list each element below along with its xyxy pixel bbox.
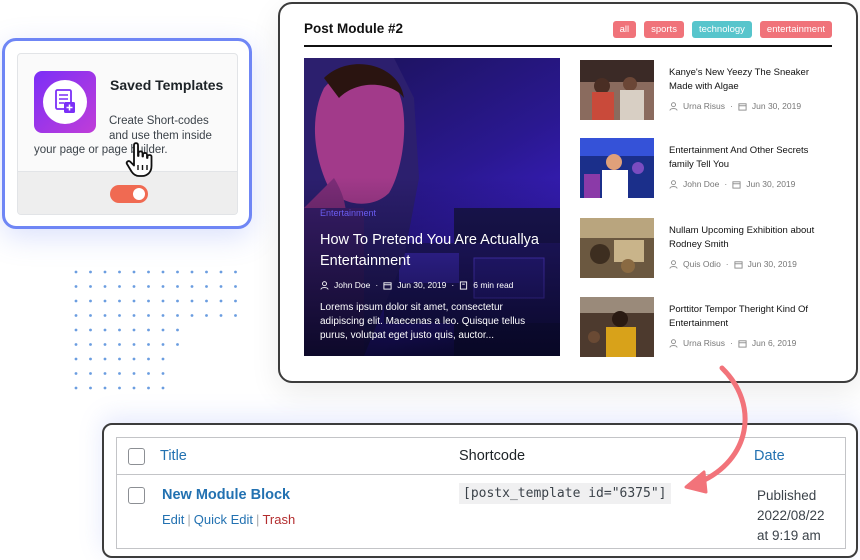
trash-link[interactable]: Trash: [262, 512, 295, 527]
post-author[interactable]: Quis Odio: [683, 259, 721, 269]
featured-meta: John Doe · Jun 30, 2019 · 6 min read: [320, 280, 513, 290]
templates-list-panel: Title Shortcode Date New Module Block Ed…: [102, 423, 858, 558]
dot-grid-decoration: [74, 270, 237, 390]
list-item[interactable]: Porttitor Tempor Theright Kind Of Entert…: [580, 297, 840, 359]
featured-read-time: 6 min read: [473, 280, 514, 290]
featured-headline[interactable]: How To Pretend You Are Actuallya Enterta…: [320, 230, 545, 272]
filter-tab-all[interactable]: all: [612, 21, 637, 38]
list-item[interactable]: Kanye's New Yeezy The Sneaker Made with …: [580, 60, 840, 122]
featured-category[interactable]: Entertainment: [320, 208, 376, 218]
featured-post[interactable]: Entertainment How To Pretend You Are Act…: [304, 58, 560, 356]
featured-excerpt: Lorems ipsum dolor sit amet, consectetur…: [320, 302, 526, 341]
post-meta: Quis Odio · Jun 30, 2019: [669, 259, 797, 269]
post-meta: Urna Risus · Jun 6, 2019: [669, 338, 796, 348]
filter-tab-sports[interactable]: sports: [644, 21, 684, 38]
calendar-icon: [738, 102, 747, 111]
featured-date: Jun 30, 2019: [397, 280, 447, 290]
post-module-title: Post Module #2: [304, 21, 404, 36]
title-divider: [304, 45, 832, 47]
row-checkbox[interactable]: [128, 487, 145, 504]
saved-templates-title: Saved Templates: [110, 77, 224, 93]
toggle-knob: [133, 188, 145, 200]
post-title[interactable]: Entertainment And Other Secrets family T…: [669, 144, 834, 172]
post-date: Jun 30, 2019: [747, 259, 797, 269]
hand-cursor-icon: [125, 142, 153, 177]
post-thumbnail[interactable]: [580, 138, 654, 198]
post-author[interactable]: John Doe: [683, 179, 719, 189]
book-icon: [459, 280, 468, 290]
user-icon: [669, 179, 678, 189]
saved-templates-inner: Saved Templates Create Short-codes and u…: [17, 53, 238, 215]
quick-edit-link[interactable]: Quick Edit: [194, 512, 253, 527]
user-icon: [669, 259, 678, 269]
featured-author[interactable]: John Doe: [334, 280, 370, 290]
filter-tab-entertainment[interactable]: entertainment: [759, 21, 832, 38]
calendar-icon: [383, 281, 392, 290]
row-actions: Edit | Quick Edit | Trash: [162, 512, 296, 527]
filter-tabs: all sports technology entertainment: [612, 21, 832, 38]
edit-link[interactable]: Edit: [162, 512, 184, 527]
post-date: Jun 30, 2019: [751, 101, 802, 111]
column-date[interactable]: Date: [754, 448, 785, 464]
filter-tab-technology[interactable]: technology: [691, 21, 752, 38]
list-item[interactable]: Nullam Upcoming Exhibition about Rodney …: [580, 218, 840, 280]
post-thumbnail[interactable]: [580, 60, 654, 120]
post-thumbnail[interactable]: [580, 297, 654, 357]
user-icon: [669, 338, 678, 348]
post-thumbnail[interactable]: [580, 218, 654, 278]
post-title[interactable]: Porttitor Tempor Theright Kind Of Entert…: [669, 303, 834, 331]
post-author[interactable]: Urna Risus: [683, 101, 725, 111]
post-title[interactable]: Kanye's New Yeezy The Sneaker Made with …: [669, 66, 834, 94]
row-title-link[interactable]: New Module Block: [162, 487, 290, 503]
select-all-checkbox[interactable]: [128, 448, 145, 465]
post-module-panel: Post Module #2 all sports technology ent…: [278, 2, 858, 383]
column-shortcode: Shortcode: [459, 448, 526, 464]
saved-templates-toggle[interactable]: [110, 185, 148, 203]
shortcode-value[interactable]: [postx_template id="6375"]: [459, 483, 671, 504]
post-meta: John Doe · Jun 30, 2019: [669, 179, 795, 189]
column-title[interactable]: Title: [160, 448, 187, 464]
post-title[interactable]: Nullam Upcoming Exhibition about Rodney …: [669, 224, 834, 252]
post-author[interactable]: Urna Risus: [683, 338, 725, 348]
calendar-icon: [738, 339, 747, 348]
post-date: Jun 6, 2019: [751, 338, 797, 348]
user-icon: [669, 101, 678, 111]
user-icon: [320, 280, 329, 290]
calendar-icon: [732, 180, 741, 189]
table-header: Title Shortcode Date: [117, 438, 845, 475]
post-meta: Urna Risus · Jun 30, 2019: [669, 101, 801, 111]
post-date: Jun 30, 2019: [746, 179, 796, 189]
row-date: Published 2022/08/22 at 9:19 am: [757, 488, 825, 543]
saved-templates-card: Saved Templates Create Short-codes and u…: [2, 38, 252, 229]
calendar-icon: [734, 260, 743, 269]
list-item[interactable]: Entertainment And Other Secrets family T…: [580, 138, 840, 200]
templates-table: Title Shortcode Date New Module Block Ed…: [116, 437, 846, 549]
